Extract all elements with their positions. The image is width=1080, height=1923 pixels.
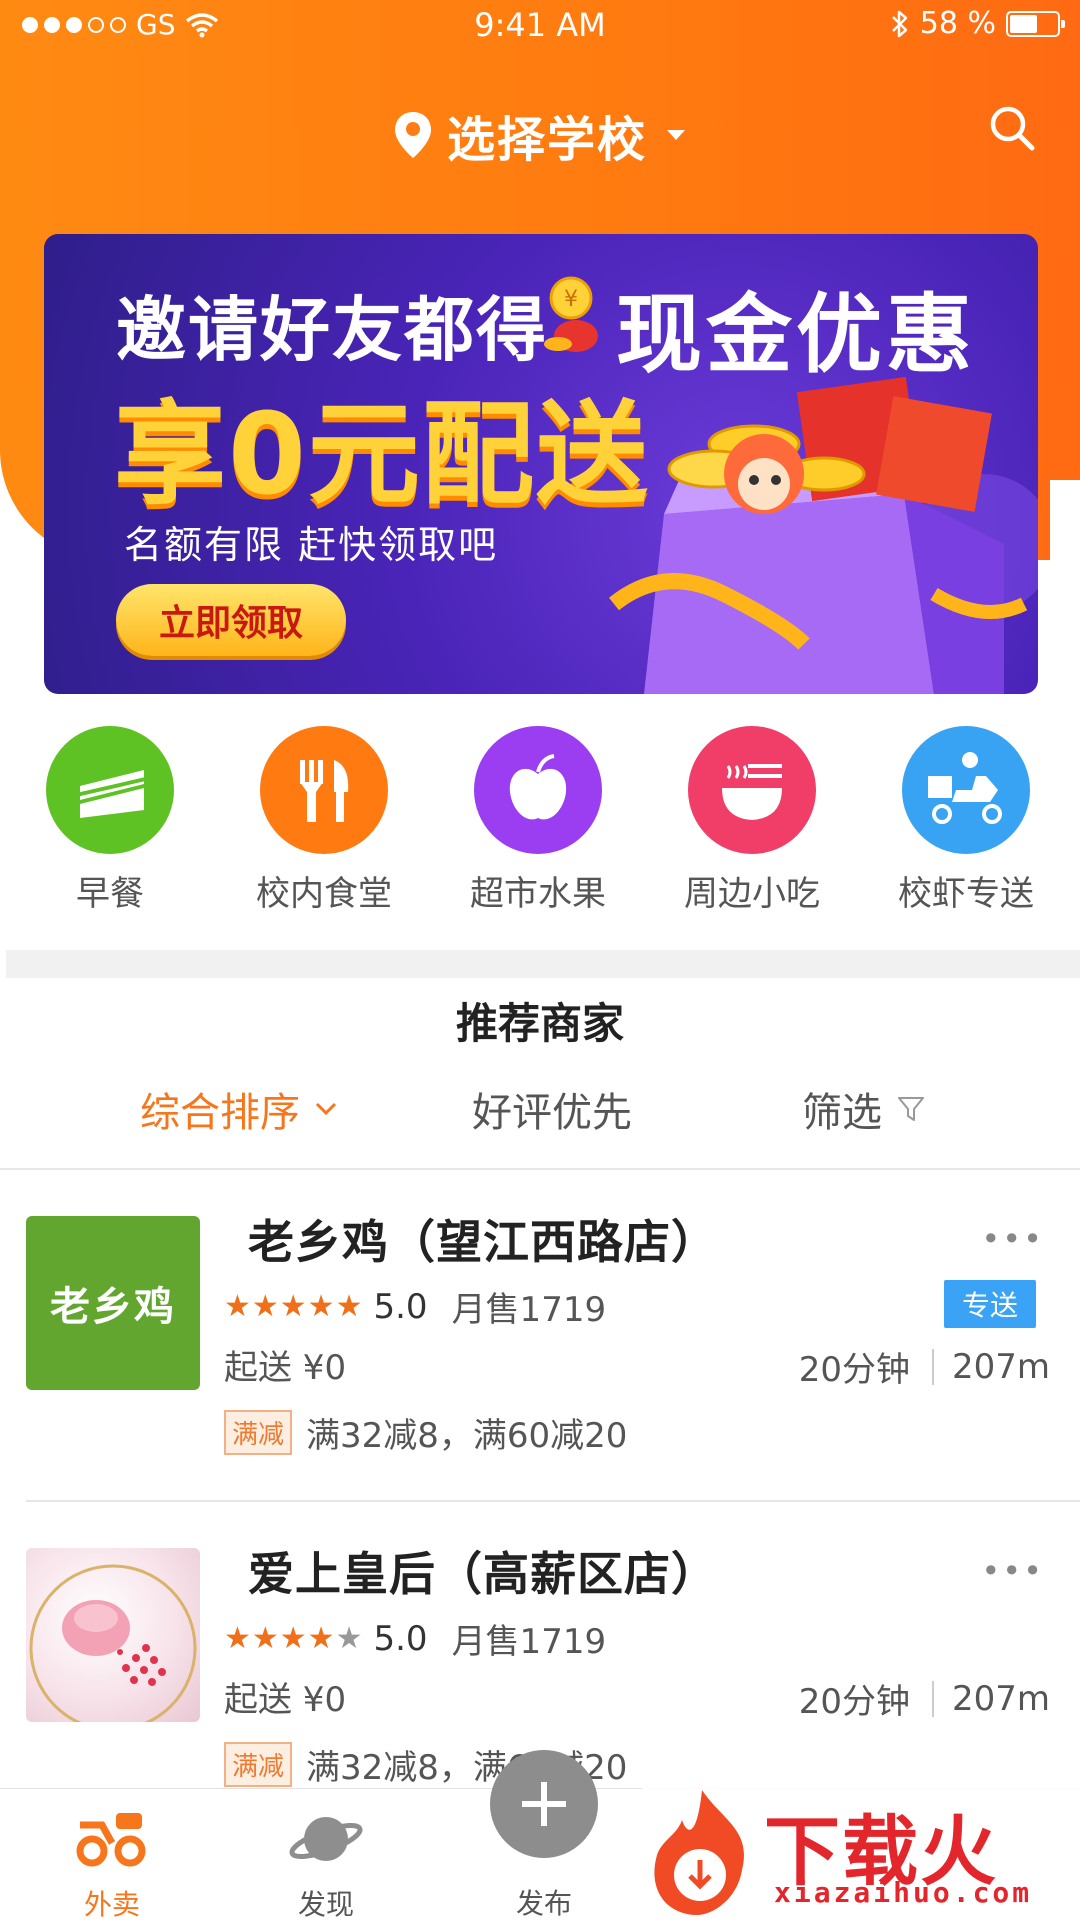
rating-value: 5.0 [373,1618,428,1659]
scooter-icon [902,726,1030,854]
banner-subtitle: 名额有限 赶快领取吧 [124,523,499,567]
sort-comprehensive[interactable]: 综合排序 [140,1080,338,1138]
discount-badge: 满减 [224,1410,293,1455]
category-label: 校虾专送 [898,874,1034,914]
caret-down-icon [667,130,685,140]
shop-name: 爱上皇后（高薪区店） [248,1547,718,1601]
category-label: 周边小吃 [684,874,820,914]
rating-value: 5.0 [373,1286,428,1327]
more-options-icon[interactable]: ••• [981,1220,1044,1258]
category-label: 超市水果 [470,874,606,914]
category-canteen[interactable]: 校内食堂 [234,726,414,915]
location-pin-icon [394,112,431,158]
promo-banner[interactable]: 邀请好友都得 ¥ 现金优惠 享0元配送 名额有限 赶快领取吧 立即领取 [44,234,1038,694]
gift-box-illustration [609,376,1038,694]
watermark: 下载火 xiazaihuo.com [642,1780,1080,1920]
filter-funnel-icon [898,1097,924,1121]
star-rating-icon: ★★★★★ [224,1621,364,1656]
minimum-order: 起送 ¥0 [224,1348,347,1388]
watermark-url: xiazaihuo.com [774,1876,1033,1909]
promotion: 满减 满32减8，满60减20 [224,1408,627,1457]
status-right: 58 % [890,6,1065,41]
school-selector-title: 选择学校 [446,112,647,168]
battery-icon [1006,10,1065,37]
shop-logo-dessert [26,1548,200,1722]
status-bar: GS 9:41 AM 58 % [0,0,1080,56]
minimum-order: 起送 ¥0 [224,1680,347,1720]
bowl-icon [688,726,816,854]
cake-icon [46,726,174,854]
section-divider [6,950,1080,978]
takeout-icon [76,1813,146,1867]
svg-text:¥: ¥ [564,287,578,312]
category-grid: 早餐 校内食堂 超市水果 周边小吃 校虾专送 [0,726,1080,916]
school-selector[interactable]: 选择学校 [0,100,1080,170]
sort-filter-label: 筛选 [802,1090,882,1136]
promotion-text: 满32减8，满60减20 [306,1416,628,1456]
monthly-sales: 月售1719 [451,1290,607,1330]
category-label: 校内食堂 [256,874,392,914]
tab-discover-label: 发现 [297,1888,354,1921]
distance: 207m [951,1346,1050,1387]
tab-takeout[interactable]: 外卖 [12,1789,212,1923]
exclusive-delivery-badge: 专送 [943,1280,1036,1328]
publish-button[interactable] [490,1750,598,1858]
shop-logo: 老乡鸡 [26,1216,200,1390]
bluetooth-icon [891,10,908,37]
search-icon[interactable] [982,98,1042,158]
shop-name: 老乡鸡（望江西路店） [248,1215,718,1269]
delivery-info: 20分钟 207m [799,1674,1050,1723]
category-express-delivery[interactable]: 校虾专送 [876,726,1056,915]
discount-badge: 满减 [224,1742,293,1787]
planet-icon [289,1817,363,1861]
delivery-time: 20分钟 [798,1350,910,1390]
category-supermarket-fruit[interactable]: 超市水果 [448,726,628,915]
delivery-info: 20分钟 207m [799,1342,1050,1391]
category-label: 早餐 [76,874,144,914]
sort-filter[interactable]: 筛选 [802,1080,926,1138]
claim-now-button[interactable]: 立即领取 [116,584,346,656]
shop-rating: ★★★★★ 5.0 月售1719 [224,1282,606,1331]
publish-label: 发布 [515,1887,572,1920]
plus-icon [522,1782,566,1826]
shop-card[interactable]: 老乡鸡 老乡鸡（望江西路店） ••• ★★★★★ 5.0 月售1719 专送 起… [0,1170,1080,1500]
apple-icon [474,726,602,854]
battery-percentage: 58 % [919,6,996,41]
monthly-sales: 月售1719 [451,1622,607,1662]
category-breakfast[interactable]: 早餐 [20,726,200,915]
category-nearby-snacks[interactable]: 周边小吃 [662,726,842,915]
shop-rating: ★★★★★ 5.0 月售1719 [224,1614,606,1663]
banner-headline-invite: 邀请好友都得 [116,289,548,371]
fork-knife-icon [260,726,388,854]
tab-discover[interactable]: 发现 [226,1789,426,1923]
star-rating-icon: ★★★★★ [224,1289,364,1324]
recommended-merchants-title: 推荐商家 [455,999,624,1048]
sort-bar: 综合排序 好评优先 筛选 [0,1080,1080,1170]
sort-rating-first[interactable]: 好评优先 [472,1080,632,1138]
more-options-icon[interactable]: ••• [981,1552,1044,1590]
banner-headline-free-delivery: 享0元配送 [114,390,650,520]
tab-takeout-label: 外卖 [83,1888,140,1921]
flame-logo-icon [654,1790,744,1915]
sort-rating-first-label: 好评优先 [472,1090,632,1136]
distance: 207m [951,1678,1050,1719]
chevron-down-icon [315,1102,337,1116]
coin-bag-icon: ¥ [544,276,598,352]
delivery-time: 20分钟 [798,1682,910,1722]
sort-comprehensive-label: 综合排序 [140,1090,300,1136]
